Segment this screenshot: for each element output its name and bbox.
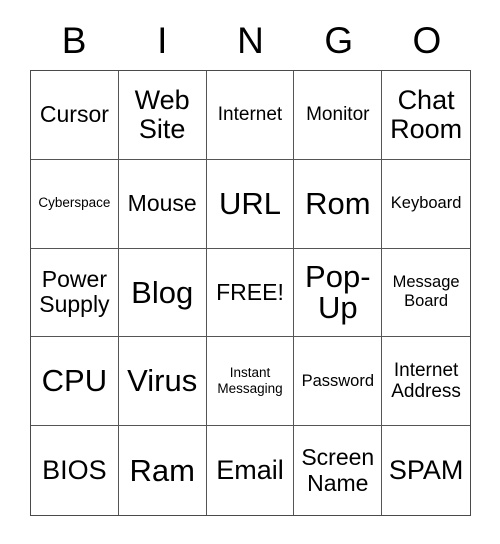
bingo-cell[interactable]: Email [206,426,295,515]
bingo-cell-label: Cursor [39,101,109,128]
bingo-cell[interactable]: Pop- Up [294,248,383,338]
bingo-cell[interactable]: CPU [31,337,119,427]
bingo-cell-label: Blog [131,274,194,310]
bingo-cell-label: BIOS [42,455,107,486]
bingo-cell-label: Mouse [127,190,197,217]
bingo-cell-label: Web Site [134,85,190,144]
bingo-cell-label: Instant Messaging [217,364,283,397]
bingo-cell-free[interactable]: FREE! [206,248,295,338]
bingo-cell[interactable]: URL [206,159,295,249]
bingo-cell-label: Pop- Up [305,258,371,326]
bingo-cell[interactable]: Ram [118,426,207,515]
bingo-cell-label: Message Board [392,273,460,311]
bingo-cell-label: Cyberspace [38,195,111,211]
bingo-cell-label: Password [301,371,375,390]
bingo-cell[interactable]: Virus [118,337,207,427]
bingo-cell-label: URL [218,185,281,221]
bingo-cell-label: Power Supply [39,266,110,318]
bingo-cell[interactable]: Chat Room [382,71,470,160]
bingo-cell-label: Internet Address [391,359,461,403]
header-letter-o: O [412,19,442,61]
bingo-cell[interactable]: Rom [294,159,383,249]
bingo-cell[interactable]: SPAM [382,426,470,515]
bingo-cell-label: Virus [127,363,198,399]
bingo-cell[interactable]: Power Supply [31,248,119,338]
header-letter-g: G [324,19,354,61]
bingo-cell[interactable]: Instant Messaging [206,337,295,427]
bingo-cell[interactable]: Blog [118,248,207,338]
bingo-cell[interactable]: Cursor [31,71,119,160]
bingo-cell-label: Chat Room [390,85,463,144]
bingo-cell[interactable]: BIOS [31,426,119,515]
bingo-cell-label: Internet [217,104,283,126]
header-letter-n: N [237,19,264,61]
bingo-cell-label: Rom [305,185,371,221]
bingo-cell-label: Keyboard [390,193,462,212]
bingo-cell-label: SPAM [388,455,464,486]
bingo-header: B I N G O [30,14,471,66]
bingo-cell[interactable]: Internet [206,71,295,160]
bingo-cell[interactable]: Web Site [118,71,207,160]
bingo-cell[interactable]: Mouse [118,159,207,249]
bingo-cell[interactable]: Keyboard [382,159,470,249]
bingo-cell-label: Monitor [306,104,370,126]
bingo-cell-label: Screen Name [301,444,375,496]
bingo-cell[interactable]: Message Board [382,248,470,338]
bingo-cell-label: Email [216,455,284,486]
bingo-cell[interactable]: Monitor [294,71,383,160]
bingo-cell[interactable]: Screen Name [294,426,383,515]
bingo-cell-label: CPU [41,363,108,399]
header-letter-b: B [61,19,87,61]
bingo-cell-label: FREE! [216,278,284,305]
header-letter-i: I [157,19,168,61]
bingo-cell[interactable]: Password [294,337,383,427]
bingo-grid: Cursor Web Site Internet Monitor Chat Ro… [30,70,471,516]
bingo-cell[interactable]: Cyberspace [31,159,119,249]
bingo-cell-label: Ram [129,452,195,488]
bingo-card: B I N G O Cursor Web Site Internet Monit… [0,0,500,544]
bingo-cell[interactable]: Internet Address [382,337,470,427]
